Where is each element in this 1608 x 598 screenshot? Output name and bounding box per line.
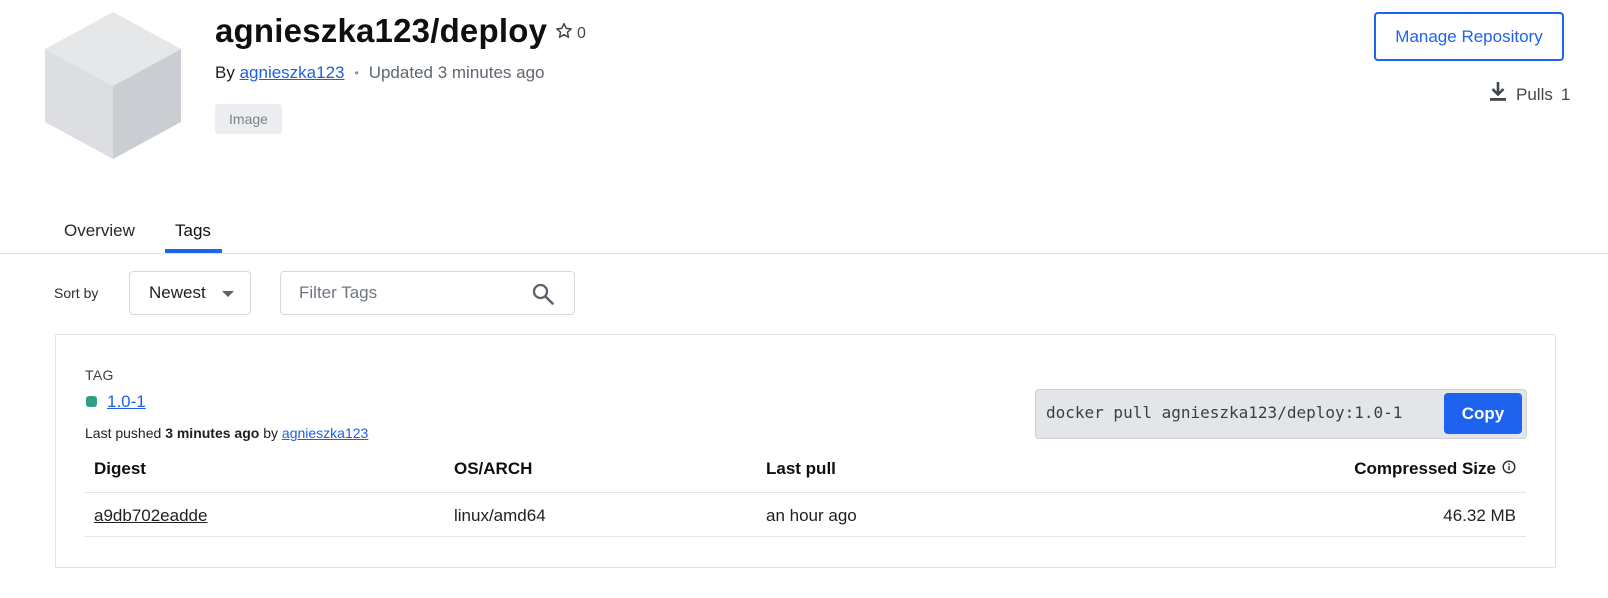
repository-page: agnieszka123/deploy 0 By agnieszka123 • … (0, 0, 1608, 598)
digest-link[interactable]: a9db702eadde (94, 506, 207, 526)
caret-down-icon (222, 291, 234, 297)
pull-command-text[interactable]: docker pull agnieszka123/deploy:1.0-1 (1046, 403, 1402, 422)
repository-cube-icon (45, 12, 181, 159)
column-last-pull: Last pull (766, 459, 836, 478)
byline: By agnieszka123 • Updated 3 minutes ago (215, 63, 545, 83)
search-icon[interactable] (531, 282, 555, 306)
column-digest: Digest (94, 459, 146, 478)
copy-button[interactable]: Copy (1444, 393, 1522, 434)
sort-select[interactable]: Newest (129, 271, 251, 315)
by-label: By (215, 63, 235, 82)
star-icon[interactable] (554, 21, 574, 46)
tag-section-label: TAG (85, 367, 114, 383)
star-count: 0 (577, 24, 586, 42)
tab-overview[interactable]: Overview (64, 221, 135, 241)
pushed-prefix: Last pushed (85, 425, 162, 441)
repository-title: agnieszka123/deploy (215, 12, 548, 49)
sort-value: Newest (149, 283, 206, 302)
column-compressed-size: Compressed Size (1354, 459, 1516, 479)
table-header: Digest OS/ARCH Last pull Compressed Size (85, 449, 1526, 493)
filter-tags-field[interactable] (280, 271, 575, 315)
sort-label: Sort by (54, 285, 99, 301)
os-arch-cell: linux/amd64 (454, 506, 546, 525)
last-pushed-text: Last pushed 3 minutes ago by agnieszka12… (85, 425, 368, 441)
tab-tags[interactable]: Tags (175, 221, 211, 241)
updated-text: Updated 3 minutes ago (368, 63, 545, 82)
tab-bar: Overview Tags (0, 216, 1608, 254)
active-tab-indicator (165, 249, 222, 253)
owner-link[interactable]: agnieszka123 (240, 63, 345, 83)
pulls-label: Pulls (1516, 84, 1553, 104)
image-type-badge: Image (215, 104, 282, 134)
info-icon[interactable] (1502, 459, 1516, 479)
star-control[interactable]: 0 (554, 21, 586, 46)
column-size-label: Compressed Size (1354, 459, 1496, 478)
size-cell: 46.32 MB (1443, 506, 1516, 525)
pulls-count: 1 (1560, 84, 1571, 104)
pull-command-box: docker pull agnieszka123/deploy:1.0-1 Co… (1035, 389, 1527, 439)
pushed-time: 3 minutes ago (165, 425, 260, 441)
column-os-arch: OS/ARCH (454, 459, 533, 478)
last-pull-cell: an hour ago (766, 506, 857, 525)
tag-name-link[interactable]: 1.0-1 (107, 392, 146, 412)
filter-tags-input[interactable] (299, 281, 519, 305)
download-icon (1488, 81, 1508, 108)
manage-repository-button[interactable]: Manage Repository (1374, 12, 1564, 61)
separator-dot: • (354, 66, 359, 80)
pulls-counter: Pulls 1 (1488, 81, 1570, 108)
table-row: a9db702eadde linux/amd64 an hour ago 46.… (85, 493, 1526, 537)
pushed-user-link[interactable]: agnieszka123 (282, 425, 368, 441)
tag-status-indicator (86, 396, 97, 407)
tag-card: TAG 1.0-1 Last pushed 3 minutes ago by a… (55, 334, 1556, 568)
pushed-by: by (263, 425, 279, 441)
